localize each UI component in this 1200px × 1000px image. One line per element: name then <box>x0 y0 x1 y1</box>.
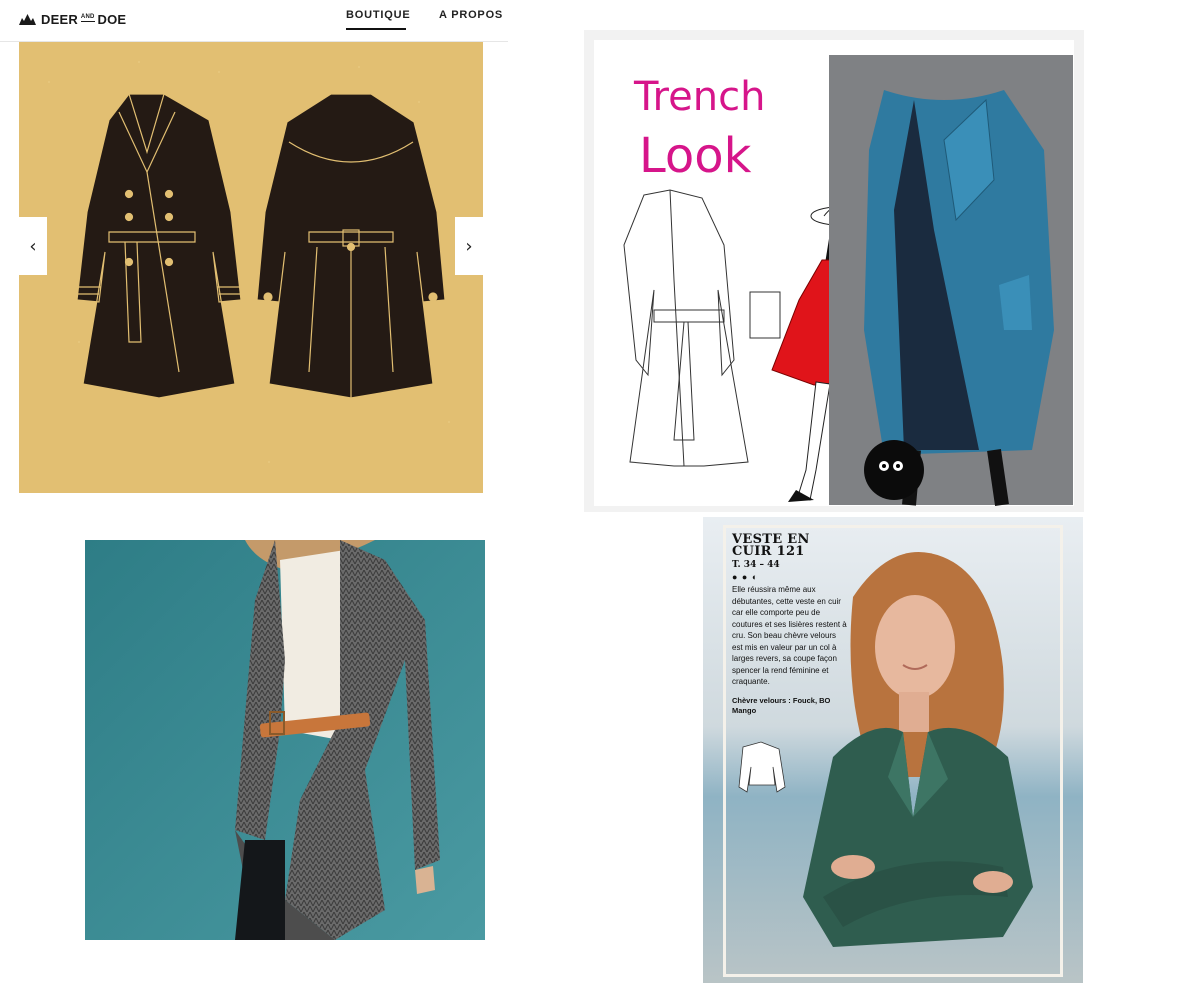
deer-logo-icon <box>19 14 36 25</box>
logo-word-doe: DOE <box>97 11 127 27</box>
nav-active-underline <box>346 28 406 30</box>
nav-boutique[interactable]: BOUTIQUE <box>346 9 410 21</box>
magazine-description: Elle réussira même aux débutantes, cette… <box>732 585 847 686</box>
trench-coat-illustration <box>38 61 450 463</box>
site-logo[interactable]: DEER AND DOE <box>19 10 126 28</box>
magazine-sizes: T. 34 – 44 <box>732 560 780 570</box>
magazine-text-block: VESTE EN CUIR 121 T. 34 – 44 ● ● ◐ Elle … <box>732 533 847 716</box>
carousel-prev-button[interactable]: ‹ <box>19 217 47 275</box>
chevron-left-icon: ‹ <box>29 235 37 257</box>
magazine-materials: Chèvre velours : Fouck, BO Mango <box>732 695 831 715</box>
gallery-image-magazine-jacket[interactable]: VESTE EN CUIR 121 T. 34 – 44 ● ● ◐ Elle … <box>703 517 1083 983</box>
logo-word-deer: DEER <box>41 11 78 27</box>
logo-word-and: AND <box>80 14 95 22</box>
carousel-next-button[interactable]: › <box>455 217 483 275</box>
logo-text: DEER AND DOE <box>41 12 126 27</box>
site-header: DEER AND DOE BOUTIQUE A PROPOS <box>0 0 508 42</box>
gallery-image-herringbone-coat[interactable] <box>85 540 485 940</box>
herringbone-coat-photo <box>85 540 485 940</box>
chevron-right-icon: › <box>465 235 473 257</box>
coat-sketch <box>623 189 749 467</box>
magazine-title-line2: CUIR 121 <box>732 544 805 559</box>
nav-a-propos[interactable]: A PROPOS <box>439 9 503 21</box>
gallery-image-trench-look[interactable]: Trench Look <box>584 30 1084 512</box>
trench-look-artwork <box>623 55 1073 507</box>
coat-front <box>76 93 242 399</box>
difficulty-rating: ● ● ◐ <box>732 572 759 582</box>
coat-back <box>256 93 446 399</box>
blue-coat-photo <box>829 55 1073 507</box>
gallery-image-trench-illustration[interactable]: ‹ › <box>19 42 483 493</box>
